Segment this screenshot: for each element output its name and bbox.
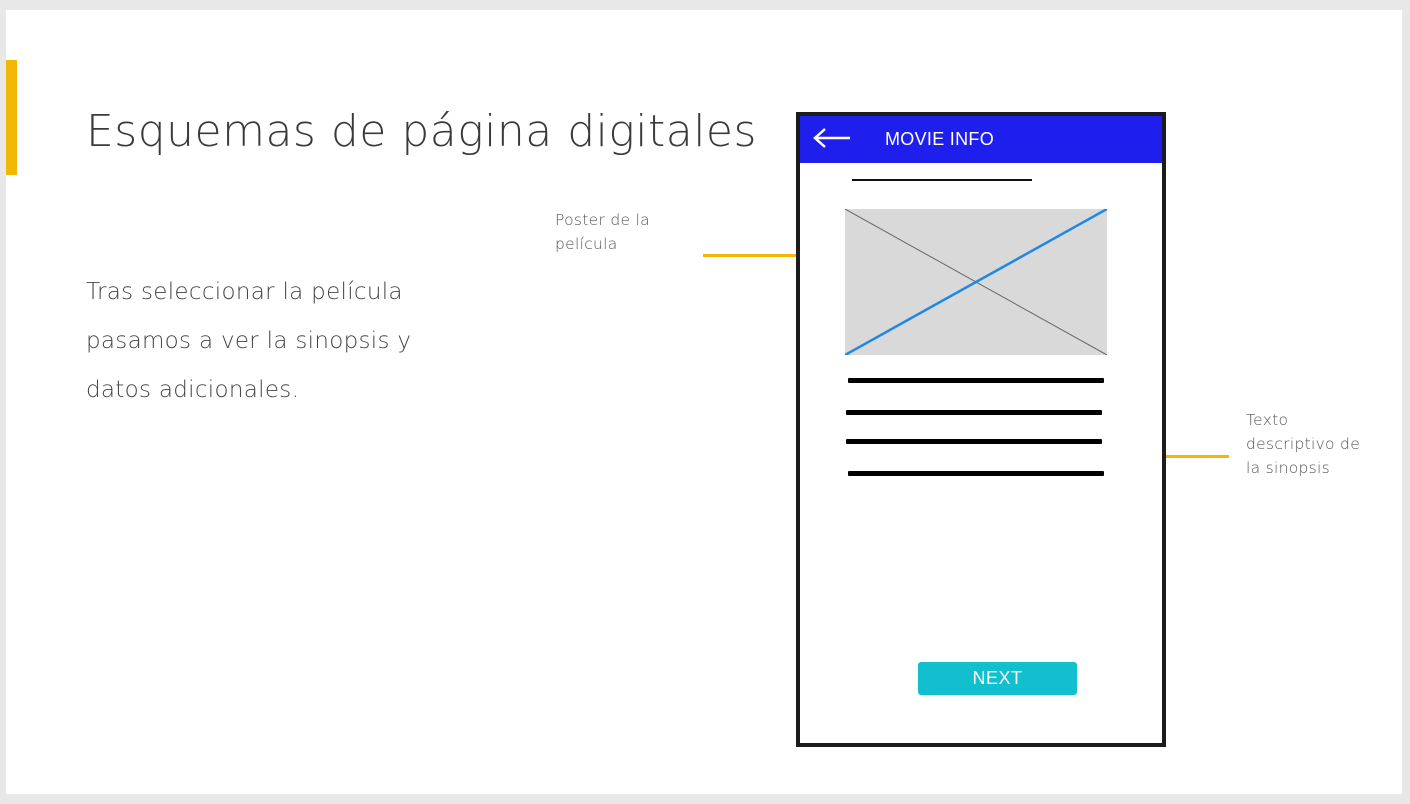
synopsis-line-placeholder [848,378,1104,383]
annotation-line: Poster de la [555,211,650,229]
app-bar-title: MOVIE INFO [885,129,995,149]
synopsis-line-placeholder [846,439,1102,444]
next-button[interactable]: NEXT [918,662,1077,695]
arrow-left-icon[interactable] [812,127,854,149]
annotation-line: la sinopsis [1246,459,1331,477]
poster-annotation: Poster de la película [555,208,650,256]
body-line: Tras seleccionar la película [86,279,403,305]
annotation-line: Texto [1246,411,1289,429]
slide-body: Tras seleccionar la película pasamos a v… [86,268,466,415]
body-line: pasamos a ver la sinopsis y [86,328,412,354]
annotation-line: película [555,235,618,253]
slide-title: Esquemas de página digitales [86,106,757,157]
slide: Esquemas de página digitales Tras selecc… [6,10,1402,794]
synopsis-line-placeholder [848,471,1104,476]
phone-wireframe: MOVIE INFO NEXT [796,112,1166,747]
image-placeholder-icon [845,209,1107,355]
body-line: datos adicionales. [86,377,300,403]
annotation-line: descriptivo de [1246,435,1361,453]
poster-placeholder [845,209,1107,355]
synopsis-line-placeholder [846,410,1102,415]
accent-bar [6,60,17,175]
movie-title-placeholder [852,179,1032,181]
app-bar: MOVIE INFO [800,116,1162,163]
synopsis-annotation: Texto descriptivo de la sinopsis [1246,408,1360,480]
